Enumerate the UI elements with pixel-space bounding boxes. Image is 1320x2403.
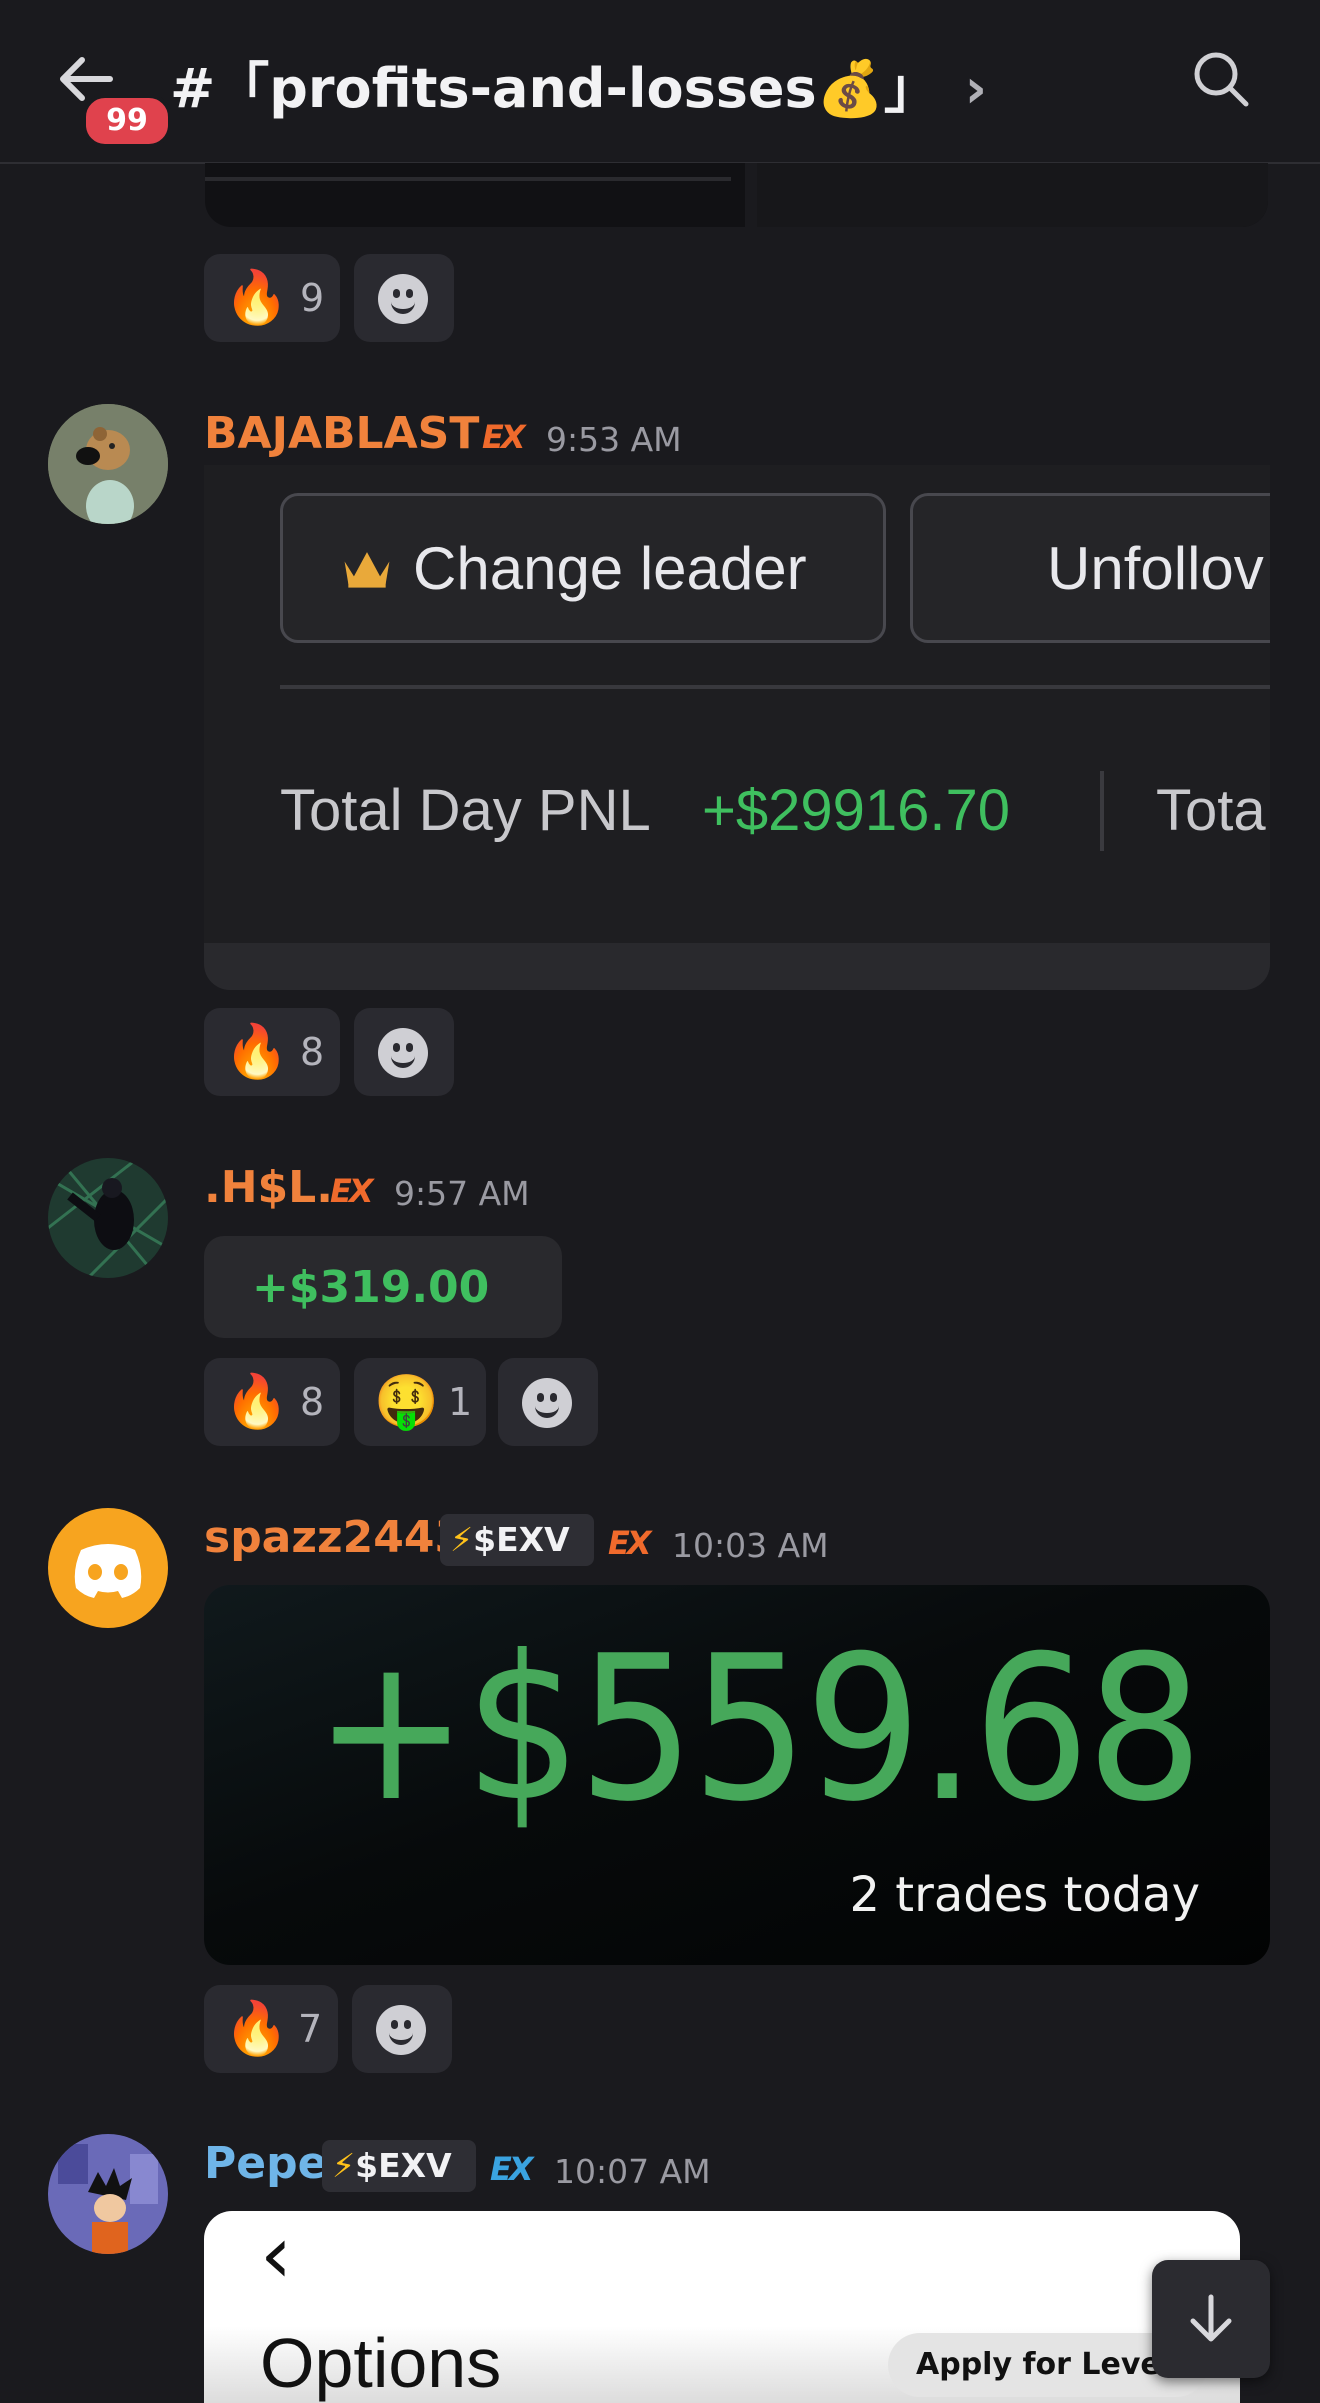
unread-badge: 99 <box>82 94 172 148</box>
ex-badge-icon: EX <box>608 1524 651 1562</box>
options-screenshot-attachment[interactable]: ‹ Options Apply for Level 3 <box>204 2211 1240 2403</box>
lightning-icon: ⚡ <box>332 2146 356 2185</box>
timestamp: 9:57 AM <box>394 1174 530 1213</box>
image-subtitle: 2 trades today <box>849 1867 1200 1923</box>
role-tag[interactable]: ⚡$EXV <box>440 1514 594 1566</box>
role-tag-label: $EXV <box>355 2146 452 2185</box>
channel-title[interactable]: #「profits-and-losses💰」 › <box>170 44 987 123</box>
add-reaction-icon <box>378 274 428 324</box>
reaction-count: 1 <box>448 1380 473 1424</box>
chevron-right-icon: › <box>964 57 987 120</box>
reaction-count: 9 <box>300 276 325 320</box>
money-face-emoji: 🤑 <box>374 1372 439 1432</box>
add-reaction-button[interactable] <box>354 254 454 342</box>
card-divider <box>280 685 1270 689</box>
avatar-pepe[interactable] <box>48 2134 168 2254</box>
reaction-fire[interactable]: 🔥 8 <box>204 1358 340 1446</box>
add-reaction-button[interactable] <box>498 1358 598 1446</box>
pnl-value: +$29916.70 <box>702 778 1011 843</box>
discord-logo-icon <box>74 1544 142 1598</box>
reaction-fire[interactable]: 🔥 9 <box>204 254 340 342</box>
timestamp: 10:07 AM <box>554 2152 711 2191</box>
scroll-to-bottom-button[interactable] <box>1152 2260 1270 2378</box>
role-tag[interactable]: ⚡$EXV <box>322 2140 476 2192</box>
channel-header: 99 #「profits-and-losses💰」 › <box>0 0 1320 164</box>
change-leader-label: Change leader <box>413 535 807 602</box>
username[interactable]: .H$L. <box>204 1162 333 1213</box>
channel-title-text: #「profits-and-losses💰」 <box>170 57 938 120</box>
avatar-spazz2443[interactable] <box>48 1508 168 1628</box>
avatar-bajablast[interactable] <box>48 404 168 524</box>
add-reaction-button[interactable] <box>352 1985 452 2073</box>
scroll-down-icon <box>1190 2294 1232 2342</box>
username[interactable]: spazz2443 <box>204 1512 465 1563</box>
role-tag-label: $EXV <box>473 1520 570 1559</box>
unfollow-button[interactable]: Unfollov <box>910 493 1270 643</box>
previous-attachment <box>205 163 1268 227</box>
search-icon[interactable] <box>1190 48 1252 110</box>
image-amount: +$559.68 <box>314 1613 1203 1846</box>
reaction-count: 8 <box>300 1380 325 1424</box>
timestamp: 9:53 AM <box>546 420 682 459</box>
reaction-fire[interactable]: 🔥 7 <box>204 1985 338 2073</box>
copytrade-card: Change leader Unfollov Total Day PNL +$2… <box>204 465 1270 990</box>
add-reaction-icon <box>522 1378 572 1428</box>
username[interactable]: Pepe <box>204 2138 327 2189</box>
fire-emoji: 🔥 <box>224 1022 289 1082</box>
unfollow-label: Unfollov <box>1047 535 1264 602</box>
avatar-hsl[interactable] <box>48 1158 168 1278</box>
back-chevron-icon: ‹ <box>260 2211 292 2301</box>
ex-badge-icon: EX <box>330 1172 373 1210</box>
change-leader-button[interactable]: Change leader <box>280 493 886 643</box>
fire-emoji: 🔥 <box>224 268 289 328</box>
username[interactable]: BAJABLAST <box>204 408 479 459</box>
timestamp: 10:03 AM <box>672 1526 829 1565</box>
amount-bubble: +$319.00 <box>204 1236 562 1338</box>
reaction-count: 7 <box>298 2007 323 2051</box>
options-title: Options <box>260 2324 502 2402</box>
lightning-icon: ⚡ <box>450 1520 474 1559</box>
ex-badge-icon: EX <box>482 418 525 456</box>
crown-icon <box>344 552 390 588</box>
reaction-money-face[interactable]: 🤑 1 <box>354 1358 486 1446</box>
reaction-count: 8 <box>300 1030 325 1074</box>
add-reaction-button[interactable] <box>354 1008 454 1096</box>
add-reaction-icon <box>378 1028 428 1078</box>
pnl-image-attachment[interactable]: +$559.68 2 trades today <box>204 1585 1270 1965</box>
ex-badge-icon: EX <box>490 2150 533 2188</box>
add-reaction-icon <box>376 2005 426 2055</box>
fire-emoji: 🔥 <box>224 1999 289 2059</box>
amount-text: +$319.00 <box>252 1262 490 1313</box>
pnl-more-label: Tota <box>1156 778 1266 843</box>
fire-emoji: 🔥 <box>224 1372 289 1432</box>
pnl-label: Total Day PNL <box>280 778 651 843</box>
reaction-fire[interactable]: 🔥 8 <box>204 1008 340 1096</box>
